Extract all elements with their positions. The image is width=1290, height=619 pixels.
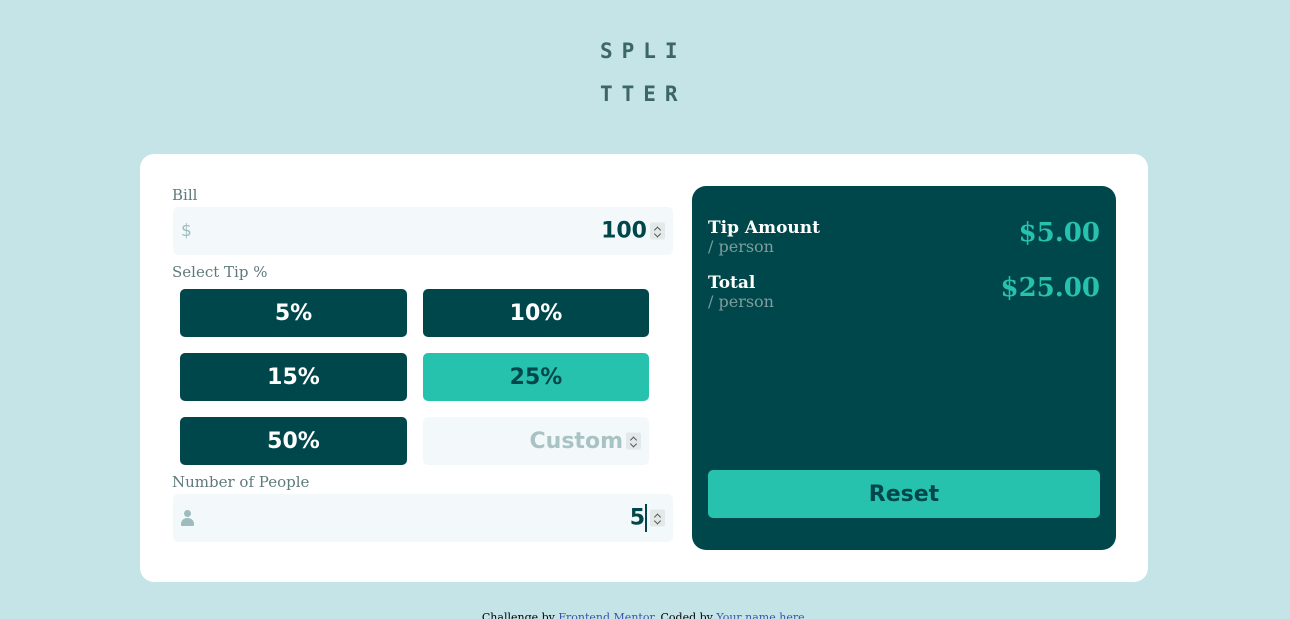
reset-button[interactable]: Reset	[708, 470, 1100, 518]
total-sub: / person	[708, 292, 774, 311]
total-value: $25.00	[1000, 273, 1100, 303]
person-icon	[181, 510, 194, 526]
attribution: Challenge by Frontend Mentor. Coded by Y…	[0, 611, 1290, 619]
attribution-suffix: .	[804, 611, 809, 619]
logo-line-2: TTER	[600, 82, 687, 106]
tip-amount-row: Tip Amount / person $5.00	[708, 218, 1100, 268]
attribution-middle: . Coded by	[653, 611, 713, 619]
chevron-down-icon	[653, 230, 662, 238]
tip-label: Select Tip %	[172, 263, 268, 281]
tip-button-5[interactable]: 5%	[180, 289, 407, 337]
people-stepper[interactable]	[650, 509, 665, 527]
tip-amount-value: $5.00	[1018, 218, 1100, 248]
tip-amount-label: Tip Amount	[708, 218, 821, 238]
tip-button-10[interactable]: 10%	[423, 289, 649, 337]
results-panel: Tip Amount / person $5.00 Total / person…	[692, 186, 1116, 550]
custom-tip-placeholder: Custom	[529, 428, 623, 454]
people-value: 5	[629, 505, 645, 531]
bill-value: 100	[601, 218, 647, 244]
app-logo: SPLI TTER	[600, 30, 700, 116]
bill-label: Bill	[172, 186, 198, 204]
attribution-prefix: Challenge by	[481, 611, 555, 619]
people-input[interactable]: 5	[173, 494, 673, 542]
logo-line-1: SPLI	[600, 39, 687, 63]
calculator-card: Bill $ 100 Select Tip % 5% 10% 15% 25% 5…	[140, 154, 1148, 582]
dollar-icon: $	[181, 221, 192, 241]
tip-button-25[interactable]: 25%	[423, 353, 649, 401]
chevron-down-icon	[629, 440, 638, 448]
text-cursor	[645, 504, 647, 532]
custom-tip-stepper[interactable]	[626, 432, 641, 450]
tip-amount-sub: / person	[708, 237, 774, 256]
total-row: Total / person $25.00	[708, 273, 1100, 323]
tip-button-15[interactable]: 15%	[180, 353, 407, 401]
people-label: Number of People	[172, 473, 310, 491]
chevron-down-icon	[653, 517, 662, 525]
tip-button-50[interactable]: 50%	[180, 417, 407, 465]
total-label: Total	[708, 273, 756, 293]
author-link[interactable]: Your name here	[716, 611, 804, 619]
bill-input[interactable]: $ 100	[173, 207, 673, 255]
custom-tip-input[interactable]: Custom	[423, 417, 649, 465]
frontend-mentor-link[interactable]: Frontend Mentor	[558, 611, 653, 619]
bill-stepper[interactable]	[650, 222, 665, 240]
